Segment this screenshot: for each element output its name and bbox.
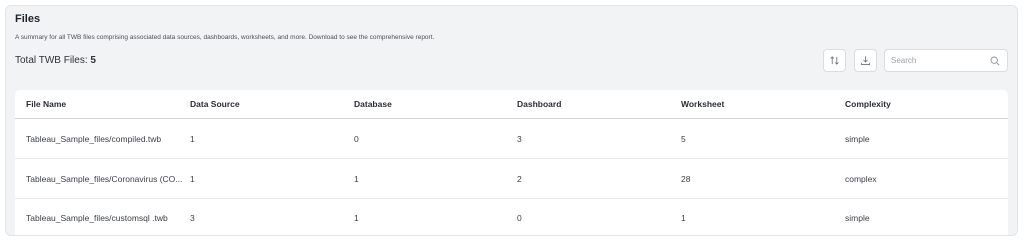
sort-button[interactable]: [823, 49, 846, 72]
table-row[interactable]: Tableau_Sample_files/customsql .twb 3 1 …: [15, 199, 1008, 235]
download-button[interactable]: [854, 49, 877, 72]
table-row[interactable]: Tableau_Sample_files/compiled.twb 1 0 3 …: [15, 119, 1008, 159]
download-icon: [860, 56, 871, 65]
cell-file-name: Tableau_Sample_files/compiled.twb: [26, 133, 162, 144]
cell-worksheet: 1: [681, 212, 686, 223]
search-box[interactable]: [884, 49, 1008, 72]
panel-title: Files: [15, 13, 41, 25]
cell-file-name: Tableau_Sample_files/customsql .twb: [26, 212, 168, 223]
files-table: File Name Data Source Database Dashboard…: [15, 90, 1008, 235]
cell-data-source: 1: [190, 133, 195, 144]
cell-dashboard: 3: [517, 133, 522, 144]
total-files-label: Total TWB Files:: [15, 55, 88, 66]
cell-dashboard: 2: [517, 173, 522, 184]
cell-worksheet: 28: [681, 173, 691, 184]
cell-worksheet: 5: [681, 133, 686, 144]
table-header-row: File Name Data Source Database Dashboard…: [15, 90, 1008, 119]
cell-data-source: 1: [190, 173, 195, 184]
cell-complexity: simple: [845, 133, 870, 144]
total-files-value: 5: [90, 55, 96, 66]
column-header-database[interactable]: Database: [354, 90, 504, 118]
column-header-worksheet[interactable]: Worksheet: [681, 90, 831, 118]
cell-data-source: 3: [190, 212, 195, 223]
sort-icon: [830, 56, 839, 65]
cell-complexity: complex: [845, 173, 877, 184]
files-panel: Files A summary for all TWB files compri…: [5, 5, 1018, 236]
column-header-dashboard[interactable]: Dashboard: [517, 90, 667, 118]
column-header-complexity[interactable]: Complexity: [845, 90, 995, 118]
cell-file-name: Tableau_Sample_files/Coronavirus (CO...: [26, 173, 183, 184]
cell-database: 0: [354, 133, 359, 144]
table-row[interactable]: Tableau_Sample_files/Coronavirus (CO... …: [15, 159, 1008, 199]
total-files-count: Total TWB Files: 5: [15, 55, 96, 66]
cell-database: 1: [354, 212, 359, 223]
search-input[interactable]: [891, 53, 979, 68]
cell-database: 1: [354, 173, 359, 184]
column-header-file-name[interactable]: File Name: [26, 90, 184, 118]
panel-subtitle: A summary for all TWB files comprising a…: [15, 34, 435, 41]
search-icon[interactable]: [990, 56, 1000, 66]
column-header-data-source[interactable]: Data Source: [190, 90, 340, 118]
cell-complexity: simple: [845, 212, 870, 223]
cell-dashboard: 0: [517, 212, 522, 223]
